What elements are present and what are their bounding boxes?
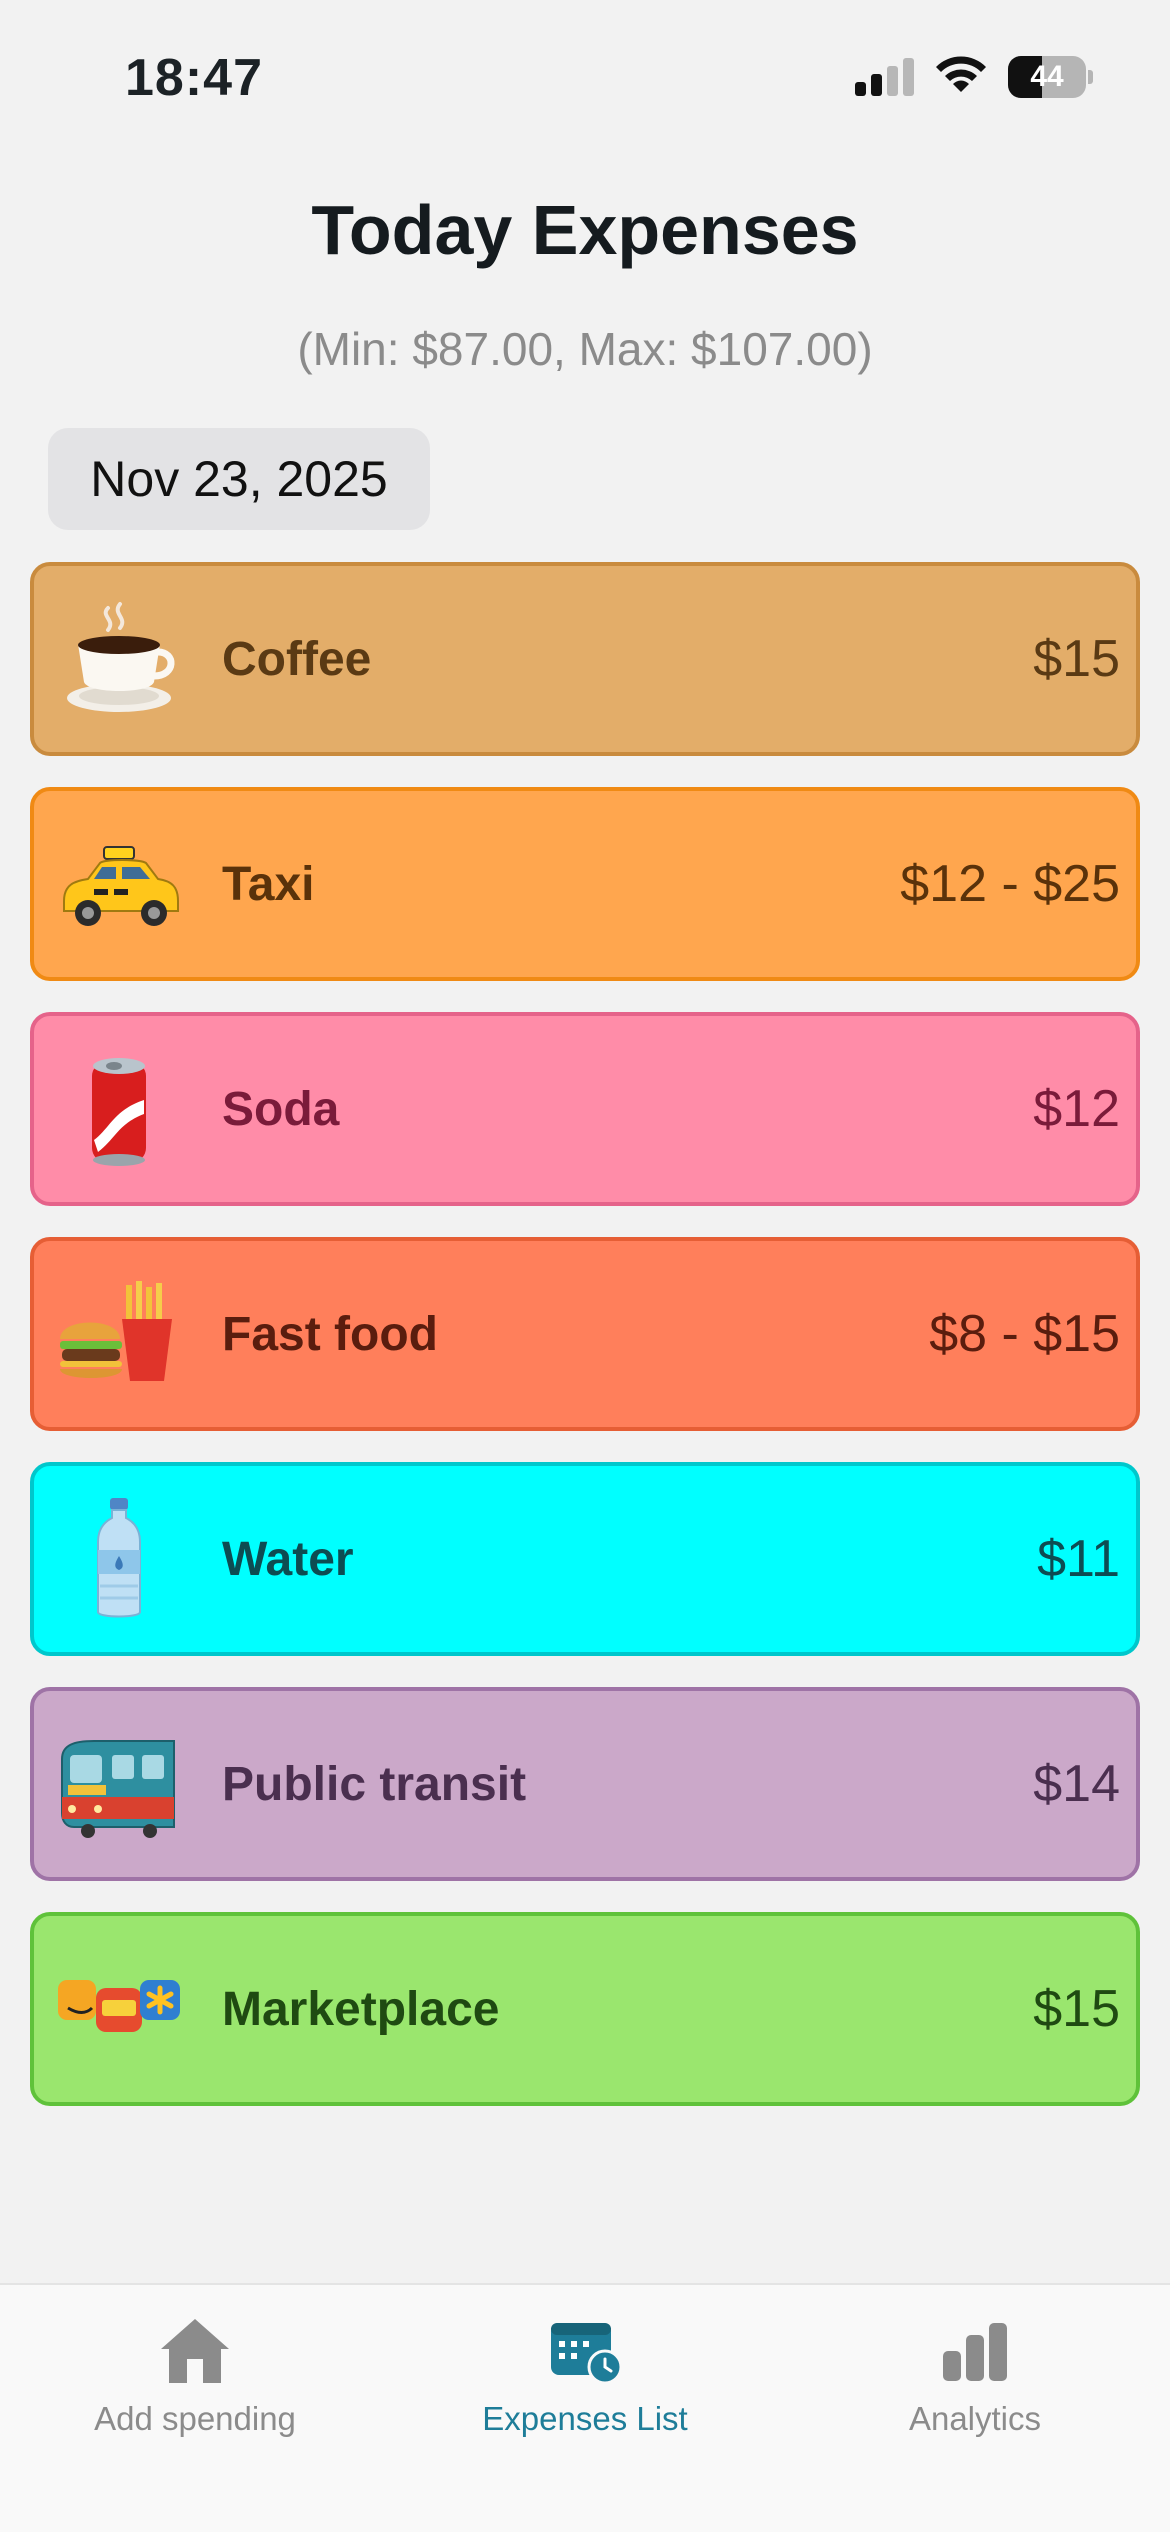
expense-amount: $15 <box>1033 630 1120 688</box>
expense-row-coffee[interactable]: Coffee $15 <box>30 562 1140 756</box>
expense-amount: $8 - $15 <box>929 1305 1120 1363</box>
taxi-icon <box>63 846 179 926</box>
coffee-cup-icon <box>67 602 175 712</box>
expense-amount: $11 <box>1037 1530 1120 1588</box>
soda-can-icon <box>92 1058 146 1166</box>
expense-amount: $12 - $25 <box>900 855 1120 913</box>
expense-row-water[interactable]: Water $11 <box>30 1462 1140 1656</box>
marketplace-logos-icon <box>58 1980 180 2032</box>
expense-range: (Min: $87.00, Max: $107.00) <box>297 323 873 375</box>
expense-name: Soda <box>222 1082 340 1136</box>
tab-label: Analytics <box>908 2400 1042 2437</box>
tab-bar: Add spending Expenses List Analytics <box>0 2283 1170 2532</box>
tab-add-spending[interactable]: Add spending <box>0 2285 390 2532</box>
expense-row-soda[interactable]: Soda $12 <box>30 1012 1140 1206</box>
battery-icon: 44 <box>1008 56 1093 98</box>
expense-name: Fast food <box>222 1307 438 1361</box>
expense-row-public-transit[interactable]: Public transit $14 <box>30 1687 1140 1881</box>
expense-amount: $14 <box>1033 1755 1120 1813</box>
water-bottle-icon <box>97 1498 141 1618</box>
burger-fries-icon <box>60 1281 172 1381</box>
expense-row-taxi[interactable]: Taxi $12 - $25 <box>30 787 1140 981</box>
status-bar: 18:47 44 <box>0 0 1170 150</box>
home-icon <box>161 2319 229 2383</box>
expense-amount: $15 <box>1033 1980 1120 2038</box>
tab-expenses-list[interactable]: Expenses List <box>390 2285 780 2532</box>
expense-name: Water <box>222 1532 354 1586</box>
metro-train-icon <box>61 1740 175 1838</box>
expense-name: Taxi <box>222 857 315 911</box>
cellular-signal-icon <box>855 56 915 96</box>
calendar-clock-icon <box>551 2323 623 2385</box>
tab-analytics[interactable]: Analytics <box>780 2285 1170 2532</box>
page-title: Today Expenses <box>311 191 859 269</box>
expense-amount: $12 <box>1033 1080 1120 1138</box>
wifi-icon <box>936 56 986 92</box>
bar-chart-icon <box>943 2323 1007 2381</box>
screen: 18:47 44 Today Expenses (Min: $87.00, Ma… <box>0 0 1170 2532</box>
expense-name: Coffee <box>222 632 372 686</box>
expense-name: Marketplace <box>222 1982 500 2036</box>
date-selector[interactable]: Nov 23, 2025 <box>48 428 430 530</box>
status-time: 18:47 <box>125 49 263 107</box>
expense-row-fast-food[interactable]: Fast food $8 - $15 <box>30 1237 1140 1431</box>
expense-name: Public transit <box>222 1757 527 1811</box>
battery-level: 44 <box>1030 60 1064 93</box>
tab-label: Expenses List <box>482 2400 688 2437</box>
expense-list: Coffee $15 Taxi $12 - $25 Soda $12 Fast … <box>30 562 1140 2137</box>
tab-label: Add spending <box>94 2400 296 2437</box>
expense-row-marketplace[interactable]: Marketplace $15 <box>30 1912 1140 2106</box>
